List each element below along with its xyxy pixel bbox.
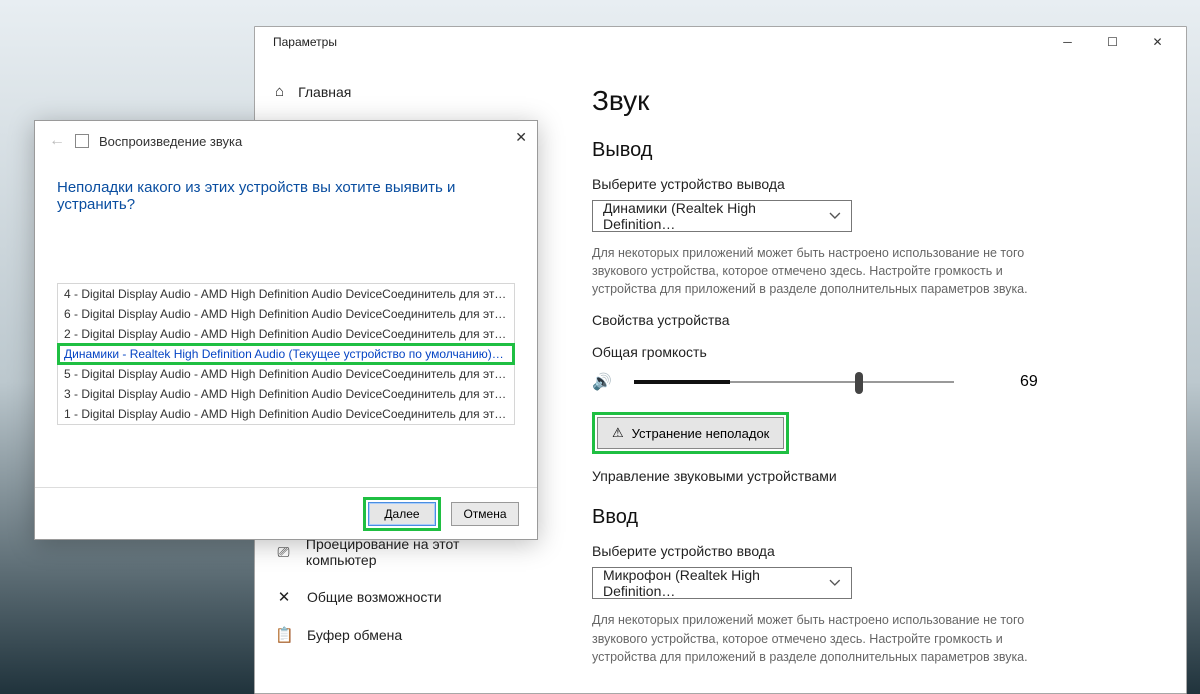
troubleshoot-dialog: ← Воспроизведение звука ✕ Неполадки како… (34, 120, 538, 540)
input-section-title: Ввод (592, 506, 1154, 529)
output-desc: Для некоторых приложений может быть наст… (592, 244, 1032, 298)
device-row[interactable]: 3 - Digital Display Audio - AMD High Def… (58, 384, 514, 404)
back-icon[interactable]: ← (49, 132, 65, 150)
input-device-select[interactable]: Микрофон (Realtek High Definition… (592, 567, 852, 599)
speaker-icon: 🔊 (592, 372, 616, 392)
content: Звук Вывод Выберите устройство вывода Ди… (540, 57, 1186, 693)
next-button[interactable]: Далее (368, 502, 436, 526)
sidebar-item-shared[interactable]: ✕ Общие возможности (255, 578, 540, 616)
input-desc: Для некоторых приложений может быть наст… (592, 611, 1032, 665)
close-button[interactable]: ✕ (1135, 28, 1180, 56)
shared-icon: ✕ (275, 588, 293, 606)
sidebar-item-clipboard[interactable]: 📋 Буфер обмена (255, 616, 540, 654)
window-title: Параметры (273, 35, 337, 49)
device-row[interactable]: 6 - Digital Display Audio - AMD High Def… (58, 304, 514, 324)
slider-fill (634, 380, 730, 384)
output-device-value: Динамики (Realtek High Definition… (603, 200, 829, 232)
maximize-button[interactable]: ☐ (1090, 28, 1135, 56)
device-properties-link[interactable]: Свойства устройства (592, 312, 1154, 328)
device-row[interactable]: 2 - Digital Display Audio - AMD High Def… (58, 324, 514, 344)
troubleshoot-label: Устранение неполадок (632, 426, 770, 441)
volume-row: 🔊 69 (592, 368, 1154, 396)
device-list[interactable]: 4 - Digital Display Audio - AMD High Def… (57, 283, 515, 425)
device-row[interactable]: 4 - Digital Display Audio - AMD High Def… (58, 284, 514, 304)
troubleshoot-button[interactable]: ⚠ Устранение неполадок (597, 417, 784, 449)
minimize-button[interactable]: ─ (1045, 28, 1090, 56)
master-volume-slider[interactable] (634, 368, 954, 396)
dialog-body: Неполадки какого из этих устройств вы хо… (35, 161, 537, 487)
device-row[interactable]: 5 - Digital Display Audio - AMD High Def… (58, 364, 514, 384)
device-row-selected[interactable]: Динамики - Realtek High Definition Audio… (58, 344, 514, 364)
dialog-heading: Неполадки какого из этих устройств вы хо… (57, 179, 515, 213)
warning-icon: ⚠ (612, 425, 624, 441)
dialog-footer: Далее Отмена (35, 487, 537, 539)
dialog-header: ← Воспроизведение звука ✕ (35, 121, 537, 161)
sidebar-item-label: Общие возможности (307, 589, 442, 605)
dialog-close-button[interactable]: ✕ (515, 129, 527, 146)
output-device-select[interactable]: Динамики (Realtek High Definition… (592, 200, 852, 232)
next-button-highlight: Далее (363, 497, 441, 531)
master-volume-label: Общая громкость (592, 344, 1154, 360)
sidebar-item-label: Буфер обмена (307, 627, 402, 643)
manage-devices-link[interactable]: Управление звуковыми устройствами (592, 468, 1154, 484)
dialog-app-icon (75, 134, 89, 148)
device-row[interactable]: 1 - Digital Display Audio - AMD High Def… (58, 404, 514, 424)
troubleshoot-highlight: ⚠ Устранение неполадок (592, 412, 789, 454)
page-title: Звук (592, 85, 1154, 117)
output-device-label: Выберите устройство вывода (592, 176, 1154, 192)
sidebar-home[interactable]: ⌂ Главная (255, 75, 540, 108)
dialog-title: Воспроизведение звука (99, 134, 242, 149)
chevron-down-icon (829, 577, 841, 589)
home-label: Главная (298, 84, 351, 100)
master-volume-value: 69 (1020, 373, 1038, 391)
output-section-title: Вывод (592, 139, 1154, 162)
slider-thumb[interactable] (855, 372, 863, 394)
window-controls: ─ ☐ ✕ (1045, 28, 1180, 56)
input-device-value: Микрофон (Realtek High Definition… (603, 567, 829, 599)
chevron-down-icon (829, 210, 841, 222)
clipboard-icon: 📋 (275, 626, 293, 644)
titlebar: Параметры ─ ☐ ✕ (255, 27, 1186, 57)
input-device-label: Выберите устройство ввода (592, 543, 1154, 559)
projecting-icon: ⎚ (275, 544, 292, 561)
sidebar-item-label: Проецирование на этот компьютер (306, 536, 520, 568)
cancel-button[interactable]: Отмена (451, 502, 519, 526)
home-icon: ⌂ (275, 83, 284, 100)
